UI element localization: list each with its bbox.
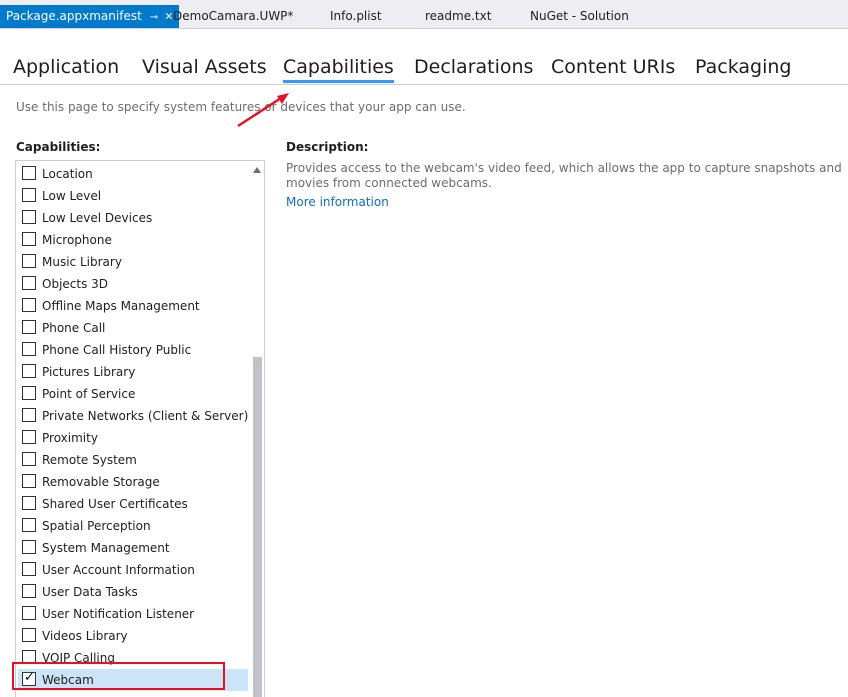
capability-item[interactable]: User Data Tasks <box>18 581 248 603</box>
scrollbar[interactable] <box>250 161 264 697</box>
description-text: Provides access to the webcam's video fe… <box>286 161 842 190</box>
capability-checkbox[interactable] <box>22 386 36 400</box>
capability-checkbox[interactable] <box>22 584 36 598</box>
tab-capabilities[interactable]: Capabilities <box>283 54 394 83</box>
capability-label: Videos Library <box>42 629 128 643</box>
manifest-nav-tabs: Application Visual Assets Capabilities D… <box>0 50 848 85</box>
capability-checkbox[interactable] <box>22 540 36 554</box>
active-tab-underline <box>283 80 394 83</box>
capability-checkbox[interactable] <box>22 342 36 356</box>
capability-checkbox[interactable] <box>22 496 36 510</box>
tab-application[interactable]: Application <box>13 54 119 80</box>
doc-tab-label: DemoCamara.UWP* <box>173 9 294 23</box>
capability-label: Shared User Certificates <box>42 497 188 511</box>
doc-tab-nuget-solution[interactable]: NuGet - Solution <box>530 5 629 28</box>
capability-item[interactable]: Videos Library <box>18 625 248 647</box>
document-tab-bar: Package.appxmanifest ⊸ ✕ DemoCamara.UWP* I… <box>0 0 848 29</box>
capability-item[interactable]: Low Level <box>18 185 248 207</box>
capability-item[interactable]: Objects 3D <box>18 273 248 295</box>
tab-packaging[interactable]: Packaging <box>695 54 791 80</box>
doc-tab-readme[interactable]: readme.txt <box>425 5 491 28</box>
capability-item[interactable]: Low Level Devices <box>18 207 248 229</box>
tab-visual-assets[interactable]: Visual Assets <box>142 54 267 80</box>
capability-item[interactable]: Private Networks (Client & Server) <box>18 405 248 427</box>
capability-item[interactable]: Pictures Library <box>18 361 248 383</box>
scroll-up-arrow-icon[interactable] <box>253 167 261 173</box>
capability-item[interactable]: Shared User Certificates <box>18 493 248 515</box>
more-information-link[interactable]: More information <box>286 195 389 209</box>
capability-label: Microphone <box>42 233 112 247</box>
capability-item[interactable]: Removable Storage <box>18 471 248 493</box>
tab-content-uris[interactable]: Content URIs <box>551 54 675 80</box>
capability-label: Low Level Devices <box>42 211 153 225</box>
annotation-highlight-box <box>12 662 225 690</box>
scrollbar-thumb[interactable] <box>253 357 262 697</box>
capabilities-list[interactable]: Location Low Level Low Level Devices Microp… <box>15 160 265 697</box>
capability-item[interactable]: Remote System <box>18 449 248 471</box>
capability-label: Removable Storage <box>42 475 160 489</box>
capability-checkbox[interactable] <box>22 166 36 180</box>
capability-checkbox[interactable] <box>22 628 36 642</box>
capability-checkbox[interactable] <box>22 210 36 224</box>
capability-label: System Management <box>42 541 170 555</box>
capability-checkbox[interactable] <box>22 452 36 466</box>
tab-declarations[interactable]: Declarations <box>414 54 533 80</box>
capability-label: Low Level <box>42 189 102 203</box>
capability-checkbox[interactable] <box>22 408 36 422</box>
capability-item[interactable]: Microphone <box>18 229 248 251</box>
capability-item[interactable]: Point of Service <box>18 383 248 405</box>
capability-label: Pictures Library <box>42 365 136 379</box>
capability-label: Remote System <box>42 453 137 467</box>
capability-label: Phone Call History Public <box>42 343 192 357</box>
capability-item[interactable]: Location <box>18 163 248 185</box>
capability-checkbox[interactable] <box>22 474 36 488</box>
capabilities-heading: Capabilities: <box>16 140 101 154</box>
capability-checkbox[interactable] <box>22 320 36 334</box>
capability-label: Spatial Perception <box>42 519 151 533</box>
doc-tab-info-plist[interactable]: Info.plist <box>330 5 382 28</box>
doc-tab-label: readme.txt <box>425 9 492 23</box>
capability-label: User Data Tasks <box>42 585 138 599</box>
capability-checkbox[interactable] <box>22 188 36 202</box>
capability-item[interactable]: Offline Maps Management <box>18 295 248 317</box>
capability-label: Private Networks (Client & Server) <box>42 409 249 423</box>
capability-checkbox[interactable] <box>22 298 36 312</box>
intro-text: Use this page to specify system features… <box>16 100 466 114</box>
capability-label: Location <box>42 167 93 181</box>
capability-item[interactable]: Music Library <box>18 251 248 273</box>
capability-checkbox[interactable] <box>22 562 36 576</box>
capability-checkbox[interactable] <box>22 232 36 246</box>
capability-label: Phone Call <box>42 321 106 335</box>
capability-label: Point of Service <box>42 387 136 401</box>
pin-icon[interactable]: ⊸ <box>150 12 158 23</box>
capability-label: Offline Maps Management <box>42 299 200 313</box>
capability-item[interactable]: Phone Call <box>18 317 248 339</box>
capability-checkbox[interactable] <box>22 606 36 620</box>
description-heading: Description: <box>286 140 369 154</box>
capability-checkbox[interactable] <box>22 518 36 532</box>
capability-item[interactable]: User Notification Listener <box>18 603 248 625</box>
capability-label: Objects 3D <box>42 277 109 291</box>
capability-item[interactable]: Proximity <box>18 427 248 449</box>
doc-tab-package-appxmanifest[interactable]: Package.appxmanifest ⊸ ✕ <box>0 5 180 28</box>
capability-checkbox[interactable] <box>22 430 36 444</box>
doc-tab-label: NuGet - Solution <box>530 9 629 23</box>
capability-item[interactable]: Phone Call History Public <box>18 339 248 361</box>
capability-item[interactable]: User Account Information <box>18 559 248 581</box>
doc-tab-label: Package.appxmanifest <box>6 9 142 23</box>
capability-checkbox[interactable] <box>22 276 36 290</box>
capability-item[interactable]: System Management <box>18 537 248 559</box>
capability-label: Music Library <box>42 255 122 269</box>
capability-label: User Account Information <box>42 563 195 577</box>
doc-tab-label: Info.plist <box>330 9 382 23</box>
capability-label: User Notification Listener <box>42 607 195 621</box>
capability-item[interactable]: Spatial Perception <box>18 515 248 537</box>
capability-label: Proximity <box>42 431 98 445</box>
capability-checkbox[interactable] <box>22 254 36 268</box>
capability-checkbox[interactable] <box>22 364 36 378</box>
doc-tab-democamara-uwp[interactable]: DemoCamara.UWP* <box>173 5 293 28</box>
